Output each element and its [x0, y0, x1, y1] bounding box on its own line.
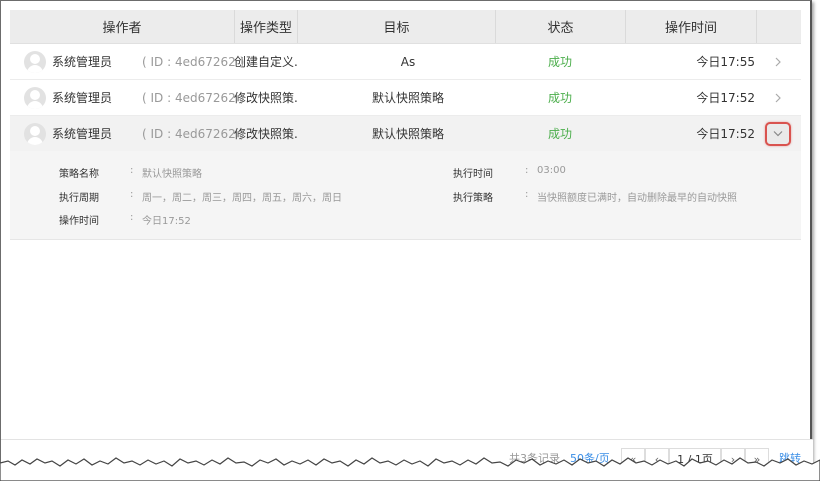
detail-label-policy-name: 策略名称 [59, 169, 99, 180]
chevron-right-icon[interactable] [756, 44, 800, 79]
header-operator[interactable]: 操作者 [10, 10, 235, 43]
row-detail-panel: 策略名称 : 默认快照策略 执行周期 : 周一，周二，周三，周四，周五，周六，周… [10, 151, 801, 240]
operator-name: 系统管理员 [52, 55, 113, 69]
detail-value-exec-time: 03:00 [537, 165, 566, 176]
torn-edge-decoration [0, 457, 820, 481]
time-cell: 今日17:52 [696, 91, 755, 105]
detail-label-exec-time: 执行时间 [453, 169, 493, 180]
detail-colon: : [130, 165, 134, 176]
detail-label-exec-policy: 执行策略 [453, 193, 493, 204]
target-cell: 默认快照策略 [371, 91, 444, 105]
time-cell: 今日17:52 [696, 127, 755, 141]
chevron-down-icon[interactable] [765, 121, 791, 146]
operation-log-table: 操作者 操作类型 目标 状态 操作时间 系统管理员 ( ID : 4ed6726… [10, 10, 801, 240]
operator-name: 系统管理员 [52, 127, 113, 141]
detail-colon: : [130, 189, 134, 200]
table-header: 操作者 操作类型 目标 状态 操作时间 [10, 10, 801, 44]
status-cell: 成功 [547, 127, 572, 141]
avatar [24, 86, 46, 109]
header-status[interactable]: 状态 [496, 10, 626, 43]
operator-name: 系统管理员 [52, 91, 113, 105]
detail-label-op-time: 操作时间 [59, 216, 99, 227]
operator-id: ( ID : 4ed67262 ) [142, 54, 245, 69]
collapse-toggle[interactable] [756, 116, 800, 151]
operator-id: ( ID : 4ed67262 ) [142, 126, 245, 141]
detail-colon: : [525, 189, 529, 200]
operator-cell: 系统管理员 ( ID : 4ed67262 ) [10, 116, 244, 151]
status-cell: 成功 [547, 55, 572, 69]
detail-value-exec-policy: 当快照额度已满时，自动删除最早的自动快照 [537, 193, 737, 204]
operator-cell: 系统管理员 ( ID : 4ed67262 ) [10, 44, 244, 79]
table-row-expanded[interactable]: 系统管理员 ( ID : 4ed67262 ) 修改快照策... 默认快照策略 … [10, 116, 801, 151]
detail-label-period: 执行周期 [59, 193, 99, 204]
time-cell: 今日17:55 [696, 55, 755, 69]
detail-colon: : [130, 212, 134, 223]
operator-cell: 系统管理员 ( ID : 4ed67262 ) [10, 80, 244, 115]
header-time[interactable]: 操作时间 [626, 10, 757, 43]
detail-colon: : [525, 165, 529, 176]
detail-value-op-time: 今日17:52 [142, 216, 191, 227]
chevron-right-icon[interactable] [756, 80, 800, 115]
target-cell: As [400, 54, 416, 69]
header-op-type[interactable]: 操作类型 [235, 10, 298, 43]
header-action [757, 10, 801, 43]
avatar [24, 50, 46, 73]
detail-value-period: 周一，周二，周三，周四，周五，周六，周日 [142, 193, 342, 204]
target-cell: 默认快照策略 [371, 127, 444, 141]
status-cell: 成功 [547, 91, 572, 105]
app-window: 操作者 操作类型 目标 状态 操作时间 系统管理员 ( ID : 4ed6726… [0, 0, 813, 472]
operator-id: ( ID : 4ed67262 ) [142, 90, 245, 105]
table-row[interactable]: 系统管理员 ( ID : 4ed67262 ) 修改快照策... 默认快照策略 … [10, 80, 801, 116]
avatar [24, 122, 46, 145]
table-row[interactable]: 系统管理员 ( ID : 4ed67262 ) 创建自定义... As 成功 今… [10, 44, 801, 80]
header-target[interactable]: 目标 [298, 10, 496, 43]
detail-value-policy-name: 默认快照策略 [142, 169, 202, 180]
